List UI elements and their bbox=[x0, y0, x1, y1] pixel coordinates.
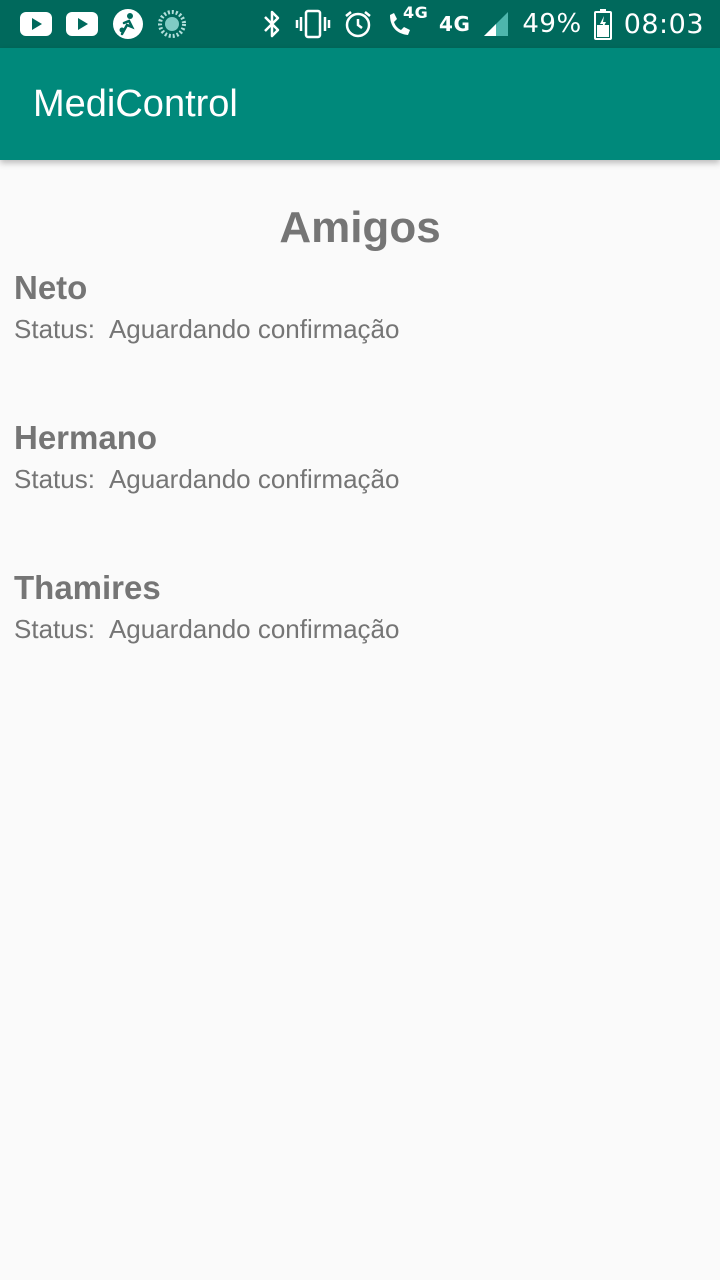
youtube-icon bbox=[66, 12, 98, 36]
status-bar: 4G 4G 49% 08:03 bbox=[0, 0, 720, 48]
battery-percent: 49% bbox=[522, 9, 582, 39]
clock: 08:03 bbox=[623, 8, 704, 40]
alarm-icon bbox=[343, 9, 373, 39]
app-bar: MediControl bbox=[0, 48, 720, 160]
friend-name: Hermano bbox=[14, 419, 158, 456]
list-item[interactable]: Thamires Status: Aguardando confirmação bbox=[14, 568, 694, 646]
page-title: Amigos bbox=[279, 203, 441, 252]
battery-icon bbox=[593, 8, 612, 40]
status-value: Aguardando confirmação bbox=[108, 314, 400, 344]
status-label: Status: bbox=[14, 314, 95, 344]
friend-name: Thamires bbox=[14, 569, 161, 606]
friend-name: Neto bbox=[14, 269, 88, 306]
app-title: MediControl bbox=[33, 82, 238, 125]
friends-screen: Amigos Neto Status: Aguardando confirmaçã… bbox=[0, 160, 720, 1280]
status-label: Status: bbox=[14, 614, 95, 644]
status-label: Status: bbox=[14, 464, 95, 494]
loading-circle-icon bbox=[158, 10, 186, 38]
soccer-app-icon bbox=[112, 8, 144, 40]
list-item[interactable]: Hermano Status: Aguardando confirmação bbox=[14, 418, 694, 496]
status-value: Aguardando confirmação bbox=[108, 464, 400, 494]
bluetooth-icon bbox=[261, 9, 283, 39]
friend-status: Status: Aguardando confirmação bbox=[14, 312, 694, 346]
call-network-label: 4G bbox=[403, 3, 429, 22]
network-type-label: 4G bbox=[439, 12, 471, 36]
signal-icon bbox=[482, 10, 510, 38]
friend-status: Status: Aguardando confirmação bbox=[14, 462, 694, 496]
vibrate-icon bbox=[295, 9, 331, 39]
youtube-icon bbox=[20, 12, 52, 36]
list-item[interactable]: Neto Status: Aguardando confirmação bbox=[14, 268, 694, 346]
status-value: Aguardando confirmação bbox=[108, 614, 400, 644]
wifi-call-icon: 4G bbox=[385, 3, 428, 39]
friend-status: Status: Aguardando confirmação bbox=[14, 612, 694, 646]
